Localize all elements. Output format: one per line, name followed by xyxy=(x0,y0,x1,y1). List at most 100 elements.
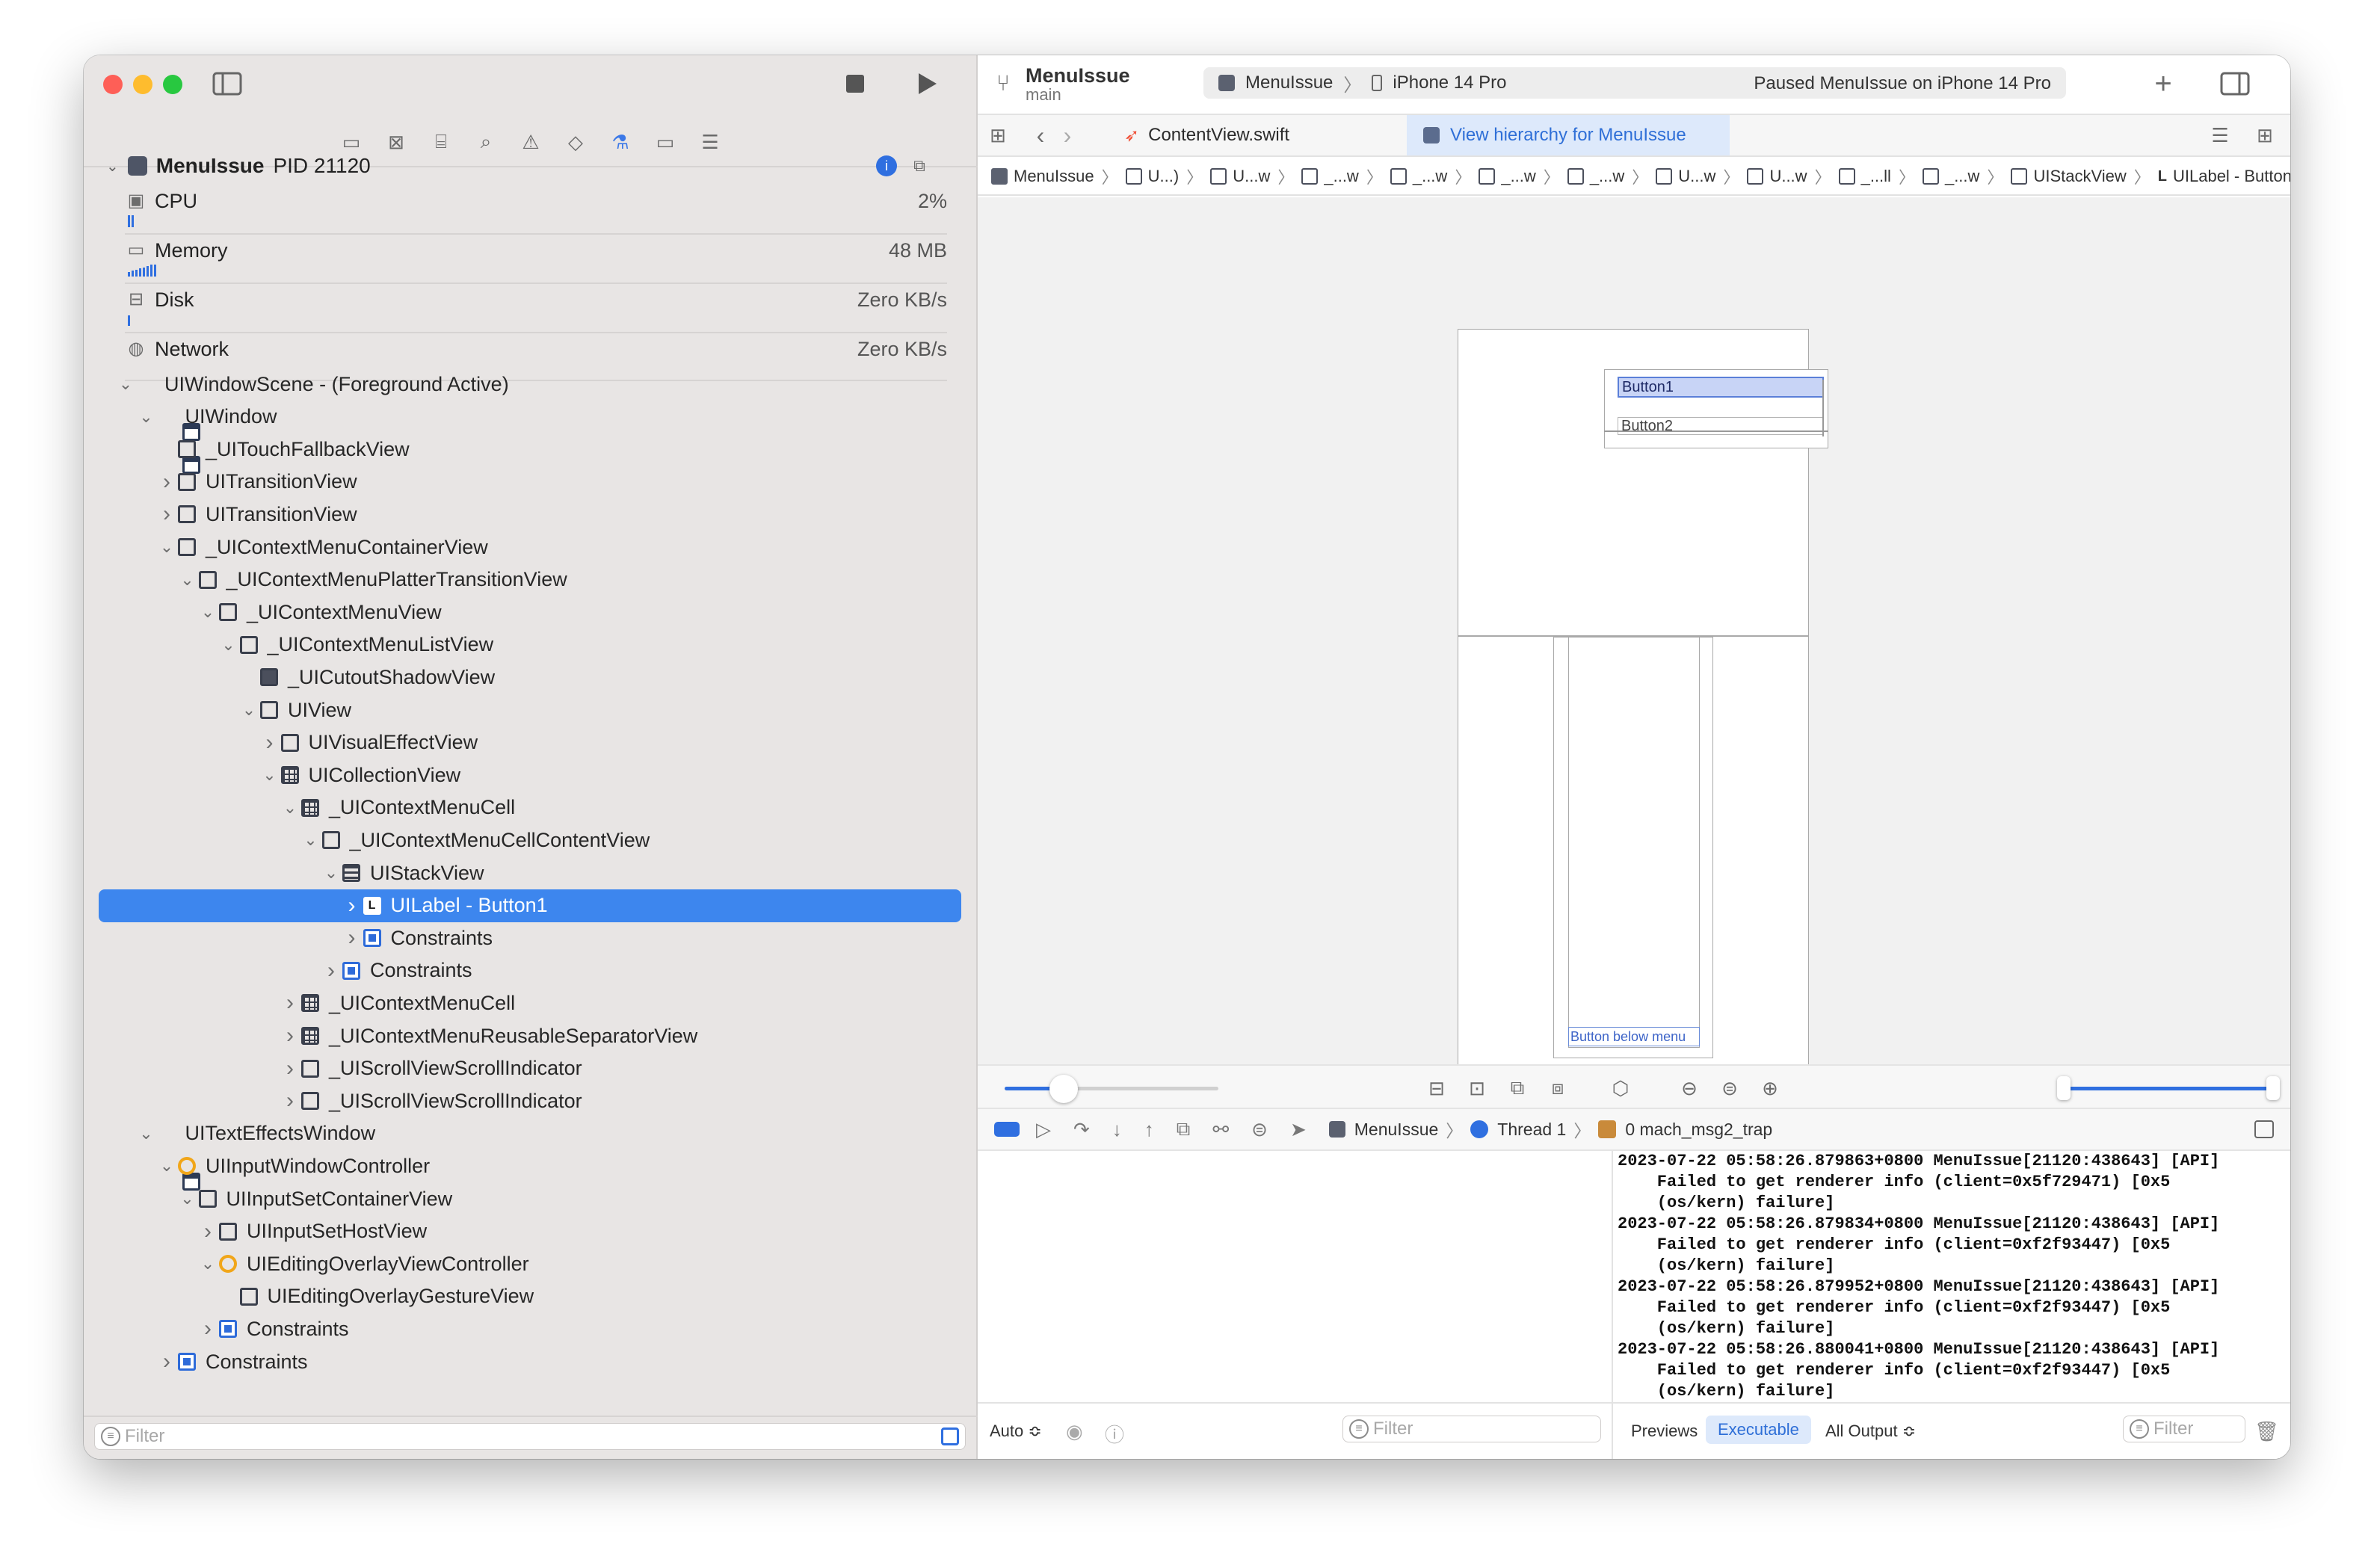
sidebar-toggle-icon[interactable] xyxy=(212,70,242,97)
breadcrumb-item[interactable]: U...w xyxy=(1656,167,1715,186)
tab-contentview-swift[interactable]: ➶ ContentView.swift xyxy=(1108,115,1372,155)
breadcrumb-item[interactable]: UIStackView xyxy=(2011,167,2127,186)
info-icon[interactable]: ⓘ xyxy=(1105,1420,1124,1448)
tab-view-hierarchy[interactable]: View hierarchy for MenuIssue xyxy=(1407,115,1730,155)
view-hierarchy-icon[interactable]: ⧉ xyxy=(909,155,930,176)
show-constraints-icon[interactable]: ⊡ xyxy=(1465,1076,1489,1100)
chevron-right-icon[interactable]: › xyxy=(280,1088,300,1114)
tree-row[interactable]: ⌄ UICollectionView xyxy=(99,759,961,791)
tree-row[interactable]: › L UILabel - Button1 xyxy=(99,889,961,922)
step-into-icon[interactable]: ↓ xyxy=(1112,1118,1122,1141)
tree-row[interactable]: _UITouchFallbackView xyxy=(99,433,961,466)
chevron-right-icon[interactable]: › xyxy=(342,893,363,919)
split-editor-icon[interactable]: ⊞ xyxy=(2253,124,2277,146)
close-window-button[interactable] xyxy=(103,75,123,94)
output-scope-popup[interactable]: All Output ≎ xyxy=(1825,1422,1916,1441)
stack-frame[interactable]: 0 mach_msg2_trap xyxy=(1625,1120,1772,1140)
breadcrumb-item[interactable]: _...w xyxy=(1567,167,1624,186)
issue-icon[interactable]: ⚠ xyxy=(517,128,545,156)
breadcrumb-item[interactable]: U...) xyxy=(1125,167,1179,186)
variables-view[interactable] xyxy=(978,1151,1612,1402)
tree-row[interactable]: › Constraints xyxy=(99,954,961,987)
chevron-right-icon[interactable]: › xyxy=(156,1349,177,1374)
chevron-right-icon[interactable]: › xyxy=(197,1219,218,1244)
zoom-out-icon[interactable]: ⊖ xyxy=(1677,1076,1701,1100)
thread-name[interactable]: Thread 1 xyxy=(1497,1120,1566,1140)
grid-icon[interactable]: ⊞ xyxy=(987,124,1009,146)
info-icon[interactable]: i xyxy=(876,155,897,176)
location-icon[interactable]: ➤ xyxy=(1290,1118,1307,1141)
debug-view-hierarchy-icon[interactable]: ⧉ xyxy=(1177,1117,1191,1141)
breadcrumb-item[interactable]: _...w xyxy=(1301,167,1359,186)
memory-gauge[interactable]: ▭ Memory 48 MB xyxy=(125,230,947,280)
chevron-down-icon[interactable]: ⌄ xyxy=(136,407,157,427)
chevron-down-icon[interactable]: ⌄ xyxy=(177,1189,198,1209)
chevron-down-icon[interactable]: ⌄ xyxy=(280,798,300,818)
chevron-right-icon[interactable]: › xyxy=(342,925,363,951)
zoom-window-button[interactable] xyxy=(163,75,182,94)
forward-icon[interactable]: › xyxy=(1058,122,1076,149)
editor-options-icon[interactable]: ☰ xyxy=(2207,124,2233,146)
breadcrumb-item[interactable]: MenuIssue xyxy=(991,167,1094,186)
hide-debug-area-icon[interactable] xyxy=(2254,1120,2274,1138)
trash-icon[interactable]: 🗑 xyxy=(2254,1420,2279,1443)
chevron-down-icon[interactable]: ⌄ xyxy=(259,765,280,785)
tree-row[interactable]: _UICutoutShadowView xyxy=(99,661,961,694)
environment-overrides-icon[interactable]: ⊜ xyxy=(1251,1118,1268,1141)
tree-row[interactable]: ⌄ UIInputSetContainerView xyxy=(99,1182,961,1215)
clip-content-icon[interactable]: ⊟ xyxy=(1425,1076,1449,1100)
chevron-right-icon[interactable]: › xyxy=(321,958,342,984)
button1-label[interactable]: Button1 xyxy=(1618,377,1824,398)
breadcrumb-item[interactable]: _...w xyxy=(1390,167,1447,186)
scheme-activity-bar[interactable]: MenuIssue 〉 iPhone 14 Pro Paused MenuIss… xyxy=(1203,67,2066,99)
chevron-down-icon[interactable]: ⌄ xyxy=(197,1254,218,1274)
chevron-down-icon[interactable]: ⌄ xyxy=(115,374,136,394)
tree-row[interactable]: ⌄ _UIContextMenuCellContentView xyxy=(99,824,961,856)
disk-gauge[interactable]: ⊟ Disk Zero KB/s xyxy=(125,280,947,329)
debug-target[interactable]: MenuIssue xyxy=(1354,1120,1439,1140)
tree-row[interactable]: ⌄ UIInputWindowController xyxy=(99,1149,961,1182)
cpu-gauge[interactable]: ▣ CPU 2% xyxy=(125,181,947,230)
previews-tab[interactable]: Previews xyxy=(1631,1422,1698,1441)
scheme-target[interactable]: MenuIssue xyxy=(1245,72,1333,93)
tree-row[interactable]: › Constraints xyxy=(99,1345,961,1378)
add-icon[interactable]: + xyxy=(2148,67,2178,100)
folder-icon[interactable]: ▭ xyxy=(337,128,366,156)
step-out-icon[interactable]: ↑ xyxy=(1144,1118,1154,1141)
tree-row[interactable]: ⌄ _UIContextMenuContainerView xyxy=(99,531,961,564)
filter-toggle-icon[interactable] xyxy=(941,1427,959,1445)
orient-3d-icon[interactable]: ⬡ xyxy=(1609,1076,1632,1100)
tree-row[interactable]: › UITransitionView xyxy=(99,466,961,499)
symbol-icon[interactable]: ⌸ xyxy=(427,128,455,156)
breadcrumb-item[interactable]: U...w xyxy=(1747,167,1807,186)
tree-row[interactable]: ⌄ UIStackView xyxy=(99,856,961,889)
tree-row[interactable]: ⌄ _UIContextMenuCell xyxy=(99,791,961,824)
adjust-view-mode-icon[interactable]: ⧉ xyxy=(1505,1076,1529,1100)
chevron-right-icon[interactable]: › xyxy=(156,469,177,495)
chevron-right-icon[interactable]: › xyxy=(197,1316,218,1342)
chevron-right-icon[interactable]: › xyxy=(280,1056,300,1081)
memory-graph-icon[interactable]: ⚯ xyxy=(1212,1118,1229,1141)
tree-row[interactable]: › UIInputSetHostView xyxy=(99,1215,961,1248)
breadcrumb-item[interactable]: _...w xyxy=(1479,167,1536,186)
executable-tab[interactable]: Executable xyxy=(1706,1416,1811,1444)
chevron-right-icon[interactable]: › xyxy=(156,501,177,527)
breakpoints-toggle-icon[interactable] xyxy=(994,1122,1020,1137)
chevron-down-icon[interactable]: ⌄ xyxy=(156,1156,177,1176)
tree-row[interactable]: › _UIScrollViewScrollIndicator xyxy=(99,1052,961,1085)
tree-row[interactable]: › Constraints xyxy=(99,922,961,954)
step-over-icon[interactable]: ↷ xyxy=(1073,1118,1090,1141)
range-slider-end[interactable] xyxy=(2266,1076,2280,1100)
tree-row[interactable]: ⌄ UIEditingOverlayViewController xyxy=(99,1247,961,1280)
stop-icon[interactable] xyxy=(843,72,867,96)
chevron-right-icon[interactable]: › xyxy=(280,990,300,1016)
debug-icon[interactable]: ⚗ xyxy=(606,128,635,156)
back-icon[interactable]: ‹ xyxy=(1032,122,1049,149)
button2-label[interactable]: Button2 xyxy=(1618,417,1824,435)
chevron-right-icon[interactable]: › xyxy=(259,730,280,756)
tree-row[interactable]: ⌄ UIWindowScene - (Foreground Active) xyxy=(99,368,961,441)
tree-row[interactable]: ⌄ _UIContextMenuListView xyxy=(99,629,961,661)
tree-row[interactable]: ⌄ UIView xyxy=(99,694,961,726)
chevron-right-icon[interactable]: › xyxy=(280,1023,300,1049)
tree-row[interactable]: ⌄ UITextEffectsWindow xyxy=(99,1117,961,1191)
